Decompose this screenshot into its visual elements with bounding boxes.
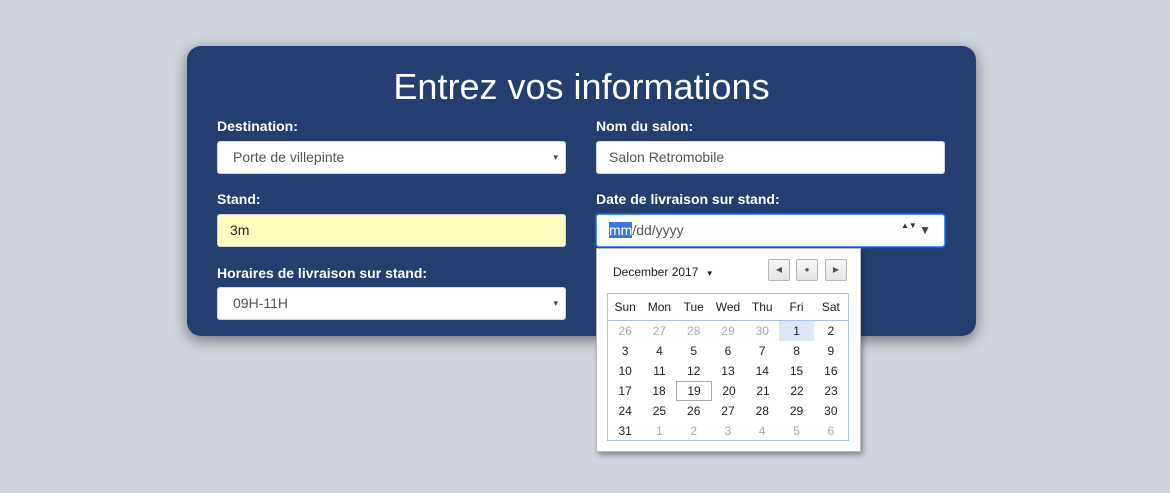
- calendar-day[interactable]: 3: [608, 341, 642, 361]
- calendar-day[interactable]: 26: [608, 321, 642, 341]
- horaires-select[interactable]: 09H-11H ▾: [217, 287, 566, 320]
- calendar-day[interactable]: 10: [608, 361, 642, 381]
- calendar-day[interactable]: 2: [814, 321, 848, 341]
- calendar-day[interactable]: 20: [712, 381, 746, 401]
- calendar-day[interactable]: 3: [711, 421, 745, 441]
- calendar-week-row: 3456789: [608, 341, 848, 361]
- weekday: Thu: [751, 300, 773, 314]
- calendar-day[interactable]: 12: [677, 361, 711, 381]
- calendar-day[interactable]: 16: [814, 361, 848, 381]
- select-arrow-icon: ▾: [553, 152, 558, 162]
- destination-label: Destination:: [217, 118, 298, 134]
- weekday: Tue: [683, 300, 704, 314]
- date-picker-popup: December 2017 ▼ ◀ ● ▶ Sun Mon Tue Wed Th…: [596, 248, 861, 452]
- month-label: December 2017: [613, 265, 699, 279]
- calendar-day[interactable]: 13: [711, 361, 745, 381]
- month-selector[interactable]: December 2017 ▼: [613, 265, 714, 279]
- calendar-body: 26 27 28 29 30 1 2 3 4 5 6 7 8 9 10 11 12 13 14 15 16 17 18 19 2…: [608, 321, 848, 441]
- date-rest-segment[interactable]: /dd/yyyy: [632, 222, 683, 238]
- date-month-segment[interactable]: mm: [609, 222, 633, 238]
- page-title: Entrez vos informations: [393, 66, 770, 107]
- calendar-week-row: 10 11 12 13 14 15 16: [608, 361, 848, 381]
- date-dropdown-icon[interactable]: ▼: [919, 215, 931, 246]
- calendar-day[interactable]: 4: [642, 341, 676, 361]
- calendar-day[interactable]: 11: [642, 361, 676, 381]
- calendar-day[interactable]: 29: [779, 401, 813, 421]
- weekday: Fri: [789, 300, 804, 314]
- calendar-day[interactable]: 1: [642, 421, 676, 441]
- next-month-button[interactable]: ▶: [825, 259, 847, 281]
- dot-icon: ●: [804, 265, 810, 274]
- calendar-day[interactable]: 26: [677, 401, 711, 421]
- destination-select[interactable]: Porte de villepinte ▾: [217, 141, 566, 174]
- select-arrow-icon: ▾: [553, 298, 558, 308]
- salon-input[interactable]: Salon Retromobile: [596, 141, 945, 174]
- calendar-day[interactable]: 22: [780, 381, 814, 401]
- calendar-day[interactable]: 30: [814, 401, 848, 421]
- date-label: Date de livraison sur stand:: [596, 191, 780, 207]
- calendar-day[interactable]: 30: [745, 321, 779, 341]
- calendar-day[interactable]: 1: [779, 321, 814, 341]
- calendar-day[interactable]: 21: [746, 381, 780, 401]
- salon-value: Salon Retromobile: [609, 149, 725, 165]
- spin-icon[interactable]: ▲▼: [901, 221, 917, 241]
- weekday: Sun: [614, 300, 636, 314]
- calendar-week-row: 17 18 19 20 21 22 23: [608, 381, 848, 401]
- calendar-day[interactable]: 27: [711, 401, 745, 421]
- destination-value: Porte de villepinte: [233, 149, 345, 165]
- calendar-day[interactable]: 17: [608, 381, 642, 401]
- horaires-label: Horaires de livraison sur stand:: [217, 265, 428, 281]
- prev-month-button[interactable]: ◀: [768, 259, 790, 281]
- calendar-week-row: 31 1 2 3 4 5 6: [608, 421, 848, 441]
- calendar-day[interactable]: 5: [779, 421, 813, 441]
- stand-label: Stand:: [217, 191, 261, 207]
- date-input[interactable]: mm/dd/yyyy ▲▼ ▼: [596, 214, 945, 247]
- calendar-day[interactable]: 2: [677, 421, 711, 441]
- calendar-day[interactable]: 23: [814, 381, 848, 401]
- calendar-day[interactable]: 28: [745, 401, 779, 421]
- calendar-day[interactable]: 5: [677, 341, 711, 361]
- horaires-value: 09H-11H: [233, 295, 288, 311]
- salon-label: Nom du salon:: [596, 118, 694, 134]
- month-caret-icon: ▼: [705, 269, 714, 278]
- calendar-day[interactable]: 27: [642, 321, 676, 341]
- calendar-week-row: 24 25 26 27 28 29 30: [608, 401, 848, 421]
- calendar-day[interactable]: 15: [779, 361, 813, 381]
- calendar-grid: Sun Mon Tue Wed Thu Fri Sat 26 27 28 29 30 1 2…: [607, 293, 849, 441]
- calendar-day[interactable]: 14: [745, 361, 779, 381]
- calendar-day[interactable]: 31: [608, 421, 642, 441]
- weekday: Sat: [821, 300, 840, 314]
- stand-input[interactable]: 3m: [217, 214, 566, 247]
- chevron-left-icon: ◀: [775, 265, 783, 274]
- calendar-day[interactable]: 18: [642, 381, 676, 401]
- calendar-day[interactable]: 7: [745, 341, 779, 361]
- calendar-day[interactable]: 6: [711, 341, 745, 361]
- calendar-day[interactable]: 19: [676, 381, 712, 401]
- calendar-day[interactable]: 28: [677, 321, 711, 341]
- chevron-right-icon: ▶: [832, 265, 840, 274]
- calendar-day[interactable]: 8: [779, 341, 813, 361]
- today-button[interactable]: ●: [796, 259, 818, 281]
- stand-value: 3m: [230, 222, 250, 238]
- weekday: Wed: [715, 300, 741, 314]
- calendar-day[interactable]: 6: [814, 421, 848, 441]
- calendar-day[interactable]: 9: [814, 341, 848, 361]
- weekday: Mon: [647, 300, 672, 314]
- calendar-day[interactable]: 29: [711, 321, 745, 341]
- calendar-week-row: 26 27 28 29 30 1 2: [608, 321, 848, 341]
- weekday-header: Sun Mon Tue Wed Thu Fri Sat: [608, 294, 848, 321]
- calendar-day[interactable]: 4: [745, 421, 779, 441]
- calendar-day[interactable]: 24: [608, 401, 642, 421]
- calendar-day[interactable]: 25: [642, 401, 676, 421]
